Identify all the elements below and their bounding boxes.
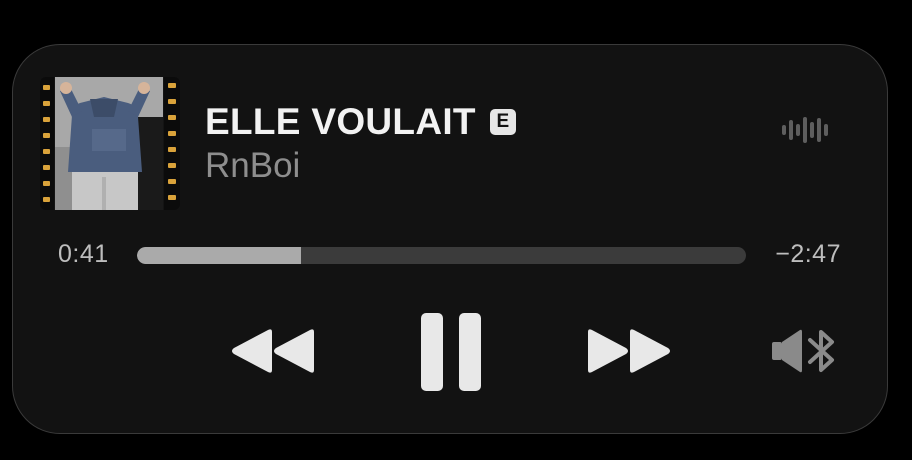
artist-name[interactable]: RnBoi (205, 146, 300, 186)
progress-fill (137, 247, 302, 264)
speaker-bluetooth-icon (772, 329, 834, 373)
waveform-icon[interactable] (780, 114, 834, 146)
track-title-row: ELLE VOULAIT E (205, 100, 516, 144)
fast-forward-button[interactable] (586, 326, 674, 376)
fast-forward-icon (588, 329, 670, 373)
explicit-badge: E (489, 109, 516, 135)
track-title[interactable]: ELLE VOULAIT (205, 101, 476, 143)
rewind-button[interactable] (228, 326, 316, 376)
album-artwork[interactable] (40, 77, 180, 210)
audio-output-button[interactable] (770, 326, 842, 376)
pause-button[interactable] (419, 313, 483, 391)
pause-icon (421, 313, 481, 391)
remaining-time: −2:47 (775, 240, 841, 268)
rewind-icon (232, 329, 314, 373)
progress-scrubber[interactable] (137, 247, 746, 264)
elapsed-time: 0:41 (58, 240, 109, 268)
